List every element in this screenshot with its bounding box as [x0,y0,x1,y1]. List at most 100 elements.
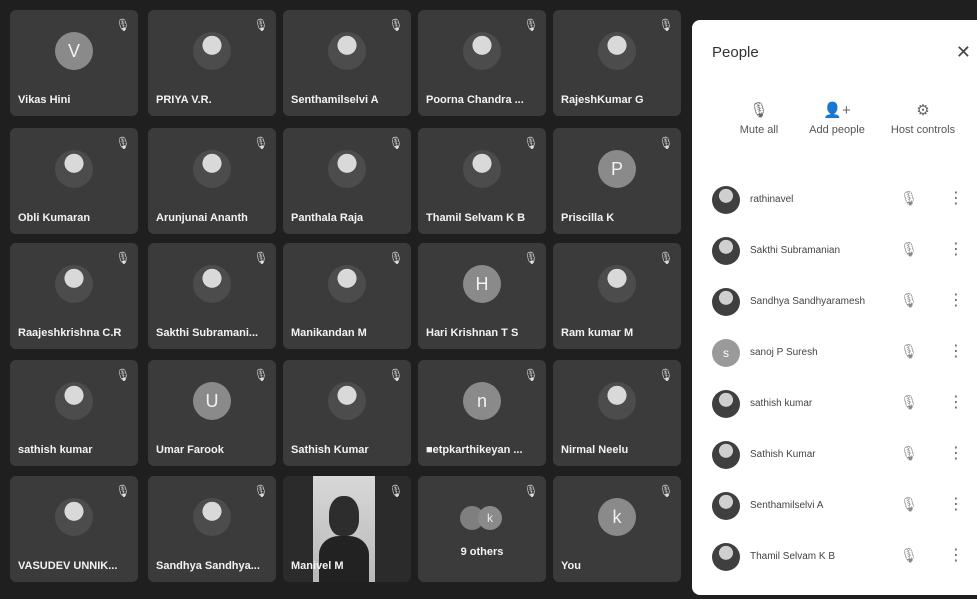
participant-tile[interactable]: 🎙 P Priscilla K [553,128,681,234]
more-options-icon[interactable]: ⋮ [948,188,964,208]
host-controls-icon: ⚙ [916,102,930,119]
mic-off-icon[interactable]: 🎙 [900,292,918,309]
avatar [55,265,93,303]
participant-name: Sakthi Subramanian [750,245,841,256]
participant-tile[interactable]: 🎙 Poorna Chandra ... [418,10,546,116]
participant-tile[interactable]: 🎙 U Umar Farook [148,360,276,466]
mic-off-icon: 🎙 [388,368,404,382]
participant-tile[interactable]: 🎙 Thamil Selvam K B [418,128,546,234]
more-options-icon[interactable]: ⋮ [948,290,964,310]
participant-name: Umar Farook [156,444,224,456]
mic-off-icon: 🎙 [658,484,674,498]
participant-tile[interactable]: 🎙 V Vikas Hini [10,10,138,116]
mic-off-icon: 🎙 [658,136,674,150]
participant-tile[interactable]: 🎙 Ram kumar M [553,243,681,349]
participant-name: Sandhya Sandhya... [156,560,260,572]
avatar [712,186,740,214]
mic-off-icon: 🎙 [658,368,674,382]
participant-row[interactable]: s sanoj P Suresh 🎙 ⋮ [692,329,977,379]
participant-row[interactable]: Senthamilselvi A 🎙 ⋮ [692,482,977,532]
avatar [712,492,740,520]
mic-off-icon: 🎙 [388,18,404,32]
more-options-icon[interactable]: ⋮ [948,239,964,259]
participant-tile[interactable]: 🎙 PRIYA V.R. [148,10,276,116]
participant-row[interactable]: Sandhya Sandhyaramesh 🎙 ⋮ [692,278,977,328]
avatar [193,498,231,536]
participant-tile[interactable]: 🎙 Raajeshkrishna C.R [10,243,138,349]
avatar: V [55,32,93,70]
mic-off-icon: 🎙 [115,18,131,32]
participant-row[interactable]: rathinavel 🎙 ⋮ [692,176,977,226]
participant-name: Priscilla K [561,212,615,224]
mic-off-icon: 🎙 [115,368,131,382]
avatar: s [712,339,740,367]
mic-off-icon[interactable]: 🎙 [900,343,918,360]
avatar: n [463,382,501,420]
mute-all-icon: 🎙 [749,102,769,119]
participant-tile[interactable]: 🎙 k You [553,476,681,582]
participant-name: PRIYA V.R. [156,94,212,106]
participant-name: Senthamilselvi A [291,94,379,106]
participant-tile[interactable]: 🎙 Sakthi Subramani... [148,243,276,349]
more-options-icon[interactable]: ⋮ [948,494,964,514]
close-icon[interactable]: ✕ [956,42,971,63]
participant-tile[interactable]: 🎙 Manikandan M [283,243,411,349]
participant-name: RajeshKumar G [561,94,644,106]
mic-off-icon: 🎙 [523,368,539,382]
mic-off-icon: 🎙 [523,484,539,498]
mic-off-icon[interactable]: 🎙 [900,241,918,258]
mic-off-icon[interactable]: 🎙 [900,394,918,411]
participant-tile[interactable]: 🎙 Panthala Raja [283,128,411,234]
mute-all-label: Mute all [739,124,779,136]
avatar: P [598,150,636,188]
participant-tile[interactable]: 🎙 Sandhya Sandhya... [148,476,276,582]
more-options-icon[interactable]: ⋮ [948,392,964,412]
mic-off-icon: 🎙 [253,18,269,32]
mic-off-icon: 🎙 [253,368,269,382]
participant-name: Ram kumar M [561,327,634,339]
mic-off-icon[interactable]: 🎙 [900,190,918,207]
more-options-icon[interactable]: ⋮ [948,341,964,361]
mic-off-icon[interactable]: 🎙 [900,496,918,513]
participant-row[interactable]: sathish kumar 🎙 ⋮ [692,380,977,430]
participant-tile[interactable]: 🎙 H Hari Krishnan T S [418,243,546,349]
participant-tile[interactable]: 🎙 Nirmal Neelu [553,360,681,466]
mic-off-icon: 🎙 [388,136,404,150]
participant-row[interactable]: Thamil Selvam K B 🎙 ⋮ [692,533,977,583]
participant-tile[interactable]: 🎙 Sathish Kumar [283,360,411,466]
avatar: U [193,382,231,420]
participant-tile[interactable]: 🎙 k 9 others [418,476,546,582]
participant-tile[interactable]: 🎙 n ■etpkarthikeyan ... [418,360,546,466]
participant-name: VASUDEV UNNIK... [18,560,118,572]
participant-row[interactable]: Sathish Kumar 🎙 ⋮ [692,431,977,481]
host-controls-button[interactable]: ⚙ Host controls [878,98,968,136]
participant-tile[interactable]: 🎙 sathish kumar [10,360,138,466]
participant-tile[interactable]: 🎙 Arunjunai Ananth [148,128,276,234]
avatar [328,150,366,188]
mute-all-button[interactable]: 🎙 Mute all [714,98,804,136]
avatar: H [463,265,501,303]
mic-off-icon: 🎙 [253,484,269,498]
avatar [193,150,231,188]
participant-tile[interactable]: 🎙 Manivel M [283,476,411,582]
mic-off-icon: 🎙 [115,251,131,265]
participant-tile[interactable]: 🎙 RajeshKumar G [553,10,681,116]
participant-row[interactable]: Sakthi Subramanian 🎙 ⋮ [692,227,977,277]
avatar [712,288,740,316]
avatar [712,543,740,571]
avatar [598,265,636,303]
add-people-button[interactable]: 👤+ Add people [792,98,882,136]
mic-off-icon: 🎙 [253,251,269,265]
mic-off-icon: 🎙 [115,484,131,498]
participant-tile[interactable]: 🎙 Obli Kumaran [10,128,138,234]
avatar [712,390,740,418]
participant-tile[interactable]: 🎙 VASUDEV UNNIK... [10,476,138,582]
more-options-icon[interactable]: ⋮ [948,443,964,463]
more-options-icon[interactable]: ⋮ [948,545,964,565]
participant-tile[interactable]: 🎙 Senthamilselvi A [283,10,411,116]
avatar [55,150,93,188]
avatar [55,382,93,420]
mic-off-icon[interactable]: 🎙 [900,445,918,462]
mic-off-icon[interactable]: 🎙 [900,547,918,564]
participant-name: Poorna Chandra ... [426,94,524,106]
